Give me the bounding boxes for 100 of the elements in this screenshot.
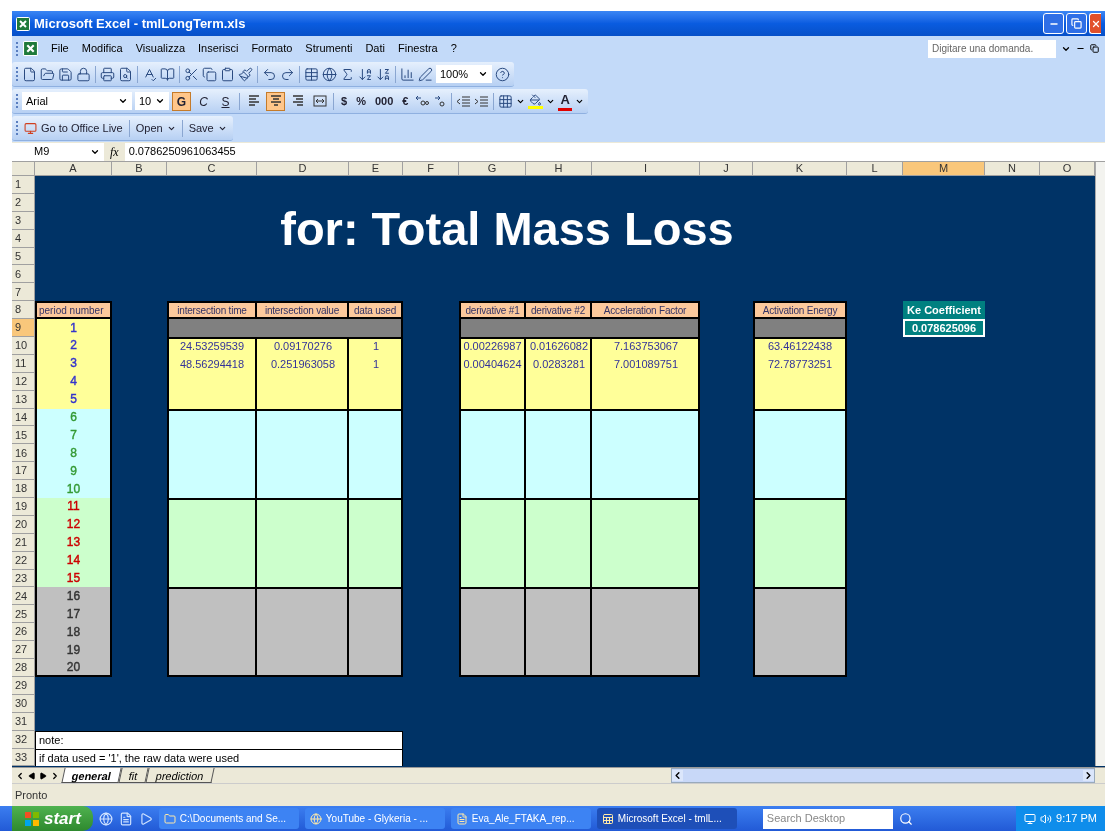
globe-icon[interactable] bbox=[322, 66, 337, 82]
zoom-field[interactable]: 100% bbox=[436, 65, 492, 83]
row-header[interactable]: 1 bbox=[12, 176, 35, 194]
document-icon[interactable] bbox=[118, 811, 133, 826]
cut-icon[interactable] bbox=[184, 66, 199, 82]
taskbar-button[interactable]: C:\Documents and Se... bbox=[158, 808, 299, 829]
play-icon[interactable] bbox=[138, 811, 153, 826]
menu-item[interactable]: Finestra bbox=[398, 40, 438, 57]
align-center-button[interactable] bbox=[266, 91, 285, 111]
row-header[interactable]: 15 bbox=[12, 426, 35, 445]
sheet-tab[interactable]: prediction bbox=[145, 768, 214, 783]
function-label[interactable]: fx bbox=[104, 142, 125, 161]
font-field[interactable]: Arial bbox=[22, 92, 132, 110]
column-header[interactable]: H bbox=[526, 162, 592, 176]
network-icon[interactable] bbox=[1024, 812, 1037, 825]
text-style-button[interactable]: C bbox=[194, 91, 213, 111]
number-format-button[interactable]: € bbox=[399, 91, 412, 111]
chart-icon[interactable] bbox=[400, 66, 415, 82]
taskbar-button[interactable]: YouTube - Glykeria - ... bbox=[304, 808, 445, 829]
column-header[interactable]: D bbox=[257, 162, 349, 176]
research-icon[interactable] bbox=[160, 66, 175, 82]
text-style-button[interactable]: G bbox=[172, 91, 191, 111]
next-sheet-icon[interactable] bbox=[39, 771, 47, 780]
scroll-left-icon[interactable] bbox=[672, 770, 683, 781]
row-header[interactable]: 24 bbox=[12, 587, 35, 606]
row-header[interactable]: 19 bbox=[12, 498, 35, 516]
restore-icon[interactable] bbox=[1090, 44, 1099, 53]
open-folder-icon[interactable] bbox=[40, 66, 55, 82]
menu-item[interactable]: Inserisci bbox=[198, 40, 239, 57]
column-header[interactable]: J bbox=[700, 162, 753, 176]
column-header[interactable]: G bbox=[459, 162, 526, 176]
save-icon[interactable] bbox=[58, 66, 73, 82]
row-header[interactable]: 18 bbox=[12, 480, 35, 499]
taskbar-button[interactable]: Microsoft Excel - tmlL... bbox=[596, 808, 737, 829]
row-header[interactable]: 26 bbox=[12, 623, 35, 642]
previous-sheet-icon[interactable] bbox=[28, 771, 36, 780]
first-sheet-icon[interactable] bbox=[15, 770, 25, 781]
help-icon[interactable] bbox=[495, 66, 510, 82]
menu-item[interactable]: Formato bbox=[251, 40, 293, 57]
minimize-button[interactable] bbox=[1043, 13, 1064, 34]
column-header[interactable]: F bbox=[403, 162, 459, 176]
paste-icon[interactable] bbox=[220, 66, 235, 82]
last-sheet-icon[interactable] bbox=[50, 770, 60, 781]
sum-icon[interactable] bbox=[340, 66, 355, 82]
copy-icon[interactable] bbox=[202, 66, 217, 82]
horizontal-scrollbar[interactable] bbox=[671, 768, 1095, 783]
vertical-scrollbar[interactable] bbox=[1095, 162, 1105, 767]
row-header[interactable]: 8 bbox=[12, 301, 35, 320]
toolbar-button[interactable]: Save bbox=[186, 119, 229, 137]
permission-icon[interactable] bbox=[76, 66, 91, 82]
formula-field[interactable]: 0.0786250961063455 bbox=[124, 142, 1105, 161]
menu-item[interactable]: ? bbox=[450, 40, 457, 57]
column-header[interactable]: C bbox=[167, 162, 257, 176]
sheet-tab[interactable]: fit bbox=[118, 768, 149, 783]
help-search-field[interactable]: Digitare una domanda. bbox=[928, 39, 1056, 58]
sort-ascending-icon[interactable] bbox=[358, 66, 373, 82]
borders-icon[interactable] bbox=[498, 93, 514, 109]
column-header[interactable]: O bbox=[1040, 162, 1095, 176]
table-icon[interactable] bbox=[304, 66, 319, 82]
sheet-tab[interactable]: general bbox=[61, 768, 122, 783]
increase-indent-icon[interactable] bbox=[474, 93, 490, 109]
menu-item[interactable]: Dati bbox=[365, 40, 385, 57]
ke-value-cell[interactable]: 0.078625096 bbox=[903, 319, 985, 337]
desktop-search-field[interactable]: Search Desktop bbox=[762, 808, 893, 829]
number-format-button[interactable]: % bbox=[353, 91, 369, 111]
column-header[interactable]: B bbox=[112, 162, 167, 176]
decrease-decimal-icon[interactable] bbox=[432, 93, 448, 109]
menu-item[interactable]: Visualizza bbox=[135, 40, 186, 57]
row-header[interactable]: 25 bbox=[12, 605, 35, 624]
menu-item[interactable]: File bbox=[51, 40, 69, 57]
font-color-button[interactable]: A bbox=[558, 91, 572, 111]
row-header[interactable]: 17 bbox=[12, 462, 35, 481]
undo-icon[interactable] bbox=[262, 66, 277, 82]
column-header[interactable]: M bbox=[903, 162, 985, 176]
spelling-icon[interactable] bbox=[142, 66, 157, 82]
sort-descending-icon[interactable] bbox=[376, 66, 391, 82]
search-icon[interactable] bbox=[898, 811, 913, 826]
toolbar-button[interactable]: Open bbox=[133, 119, 178, 137]
number-format-button[interactable]: $ bbox=[338, 91, 351, 111]
format-painter-icon[interactable] bbox=[238, 66, 253, 82]
font-size-field[interactable]: 10 bbox=[135, 92, 169, 110]
row-header[interactable]: 27 bbox=[12, 641, 35, 660]
column-header[interactable]: I bbox=[592, 162, 700, 176]
row-header[interactable]: 6 bbox=[12, 265, 35, 284]
print-preview-icon[interactable] bbox=[118, 66, 133, 82]
taskbar-button[interactable]: Eva_Ale_FTAKA_rep... bbox=[450, 808, 591, 829]
drawing-icon[interactable] bbox=[418, 66, 433, 82]
print-icon[interactable] bbox=[100, 66, 115, 82]
column-header[interactable]: E bbox=[349, 162, 403, 176]
column-header[interactable]: K bbox=[753, 162, 847, 176]
menu-item[interactable]: Modifica bbox=[81, 40, 123, 57]
new-file-icon[interactable] bbox=[22, 66, 37, 82]
close-button[interactable] bbox=[1089, 13, 1101, 34]
decrease-indent-icon[interactable] bbox=[456, 93, 472, 109]
menu-item[interactable]: Strumenti bbox=[305, 40, 353, 57]
row-header[interactable]: 28 bbox=[12, 659, 35, 677]
row-header[interactable]: 10 bbox=[12, 337, 35, 355]
column-header[interactable]: N bbox=[985, 162, 1040, 176]
text-style-button[interactable]: S bbox=[216, 91, 235, 111]
row-header[interactable]: 9 bbox=[12, 319, 35, 337]
